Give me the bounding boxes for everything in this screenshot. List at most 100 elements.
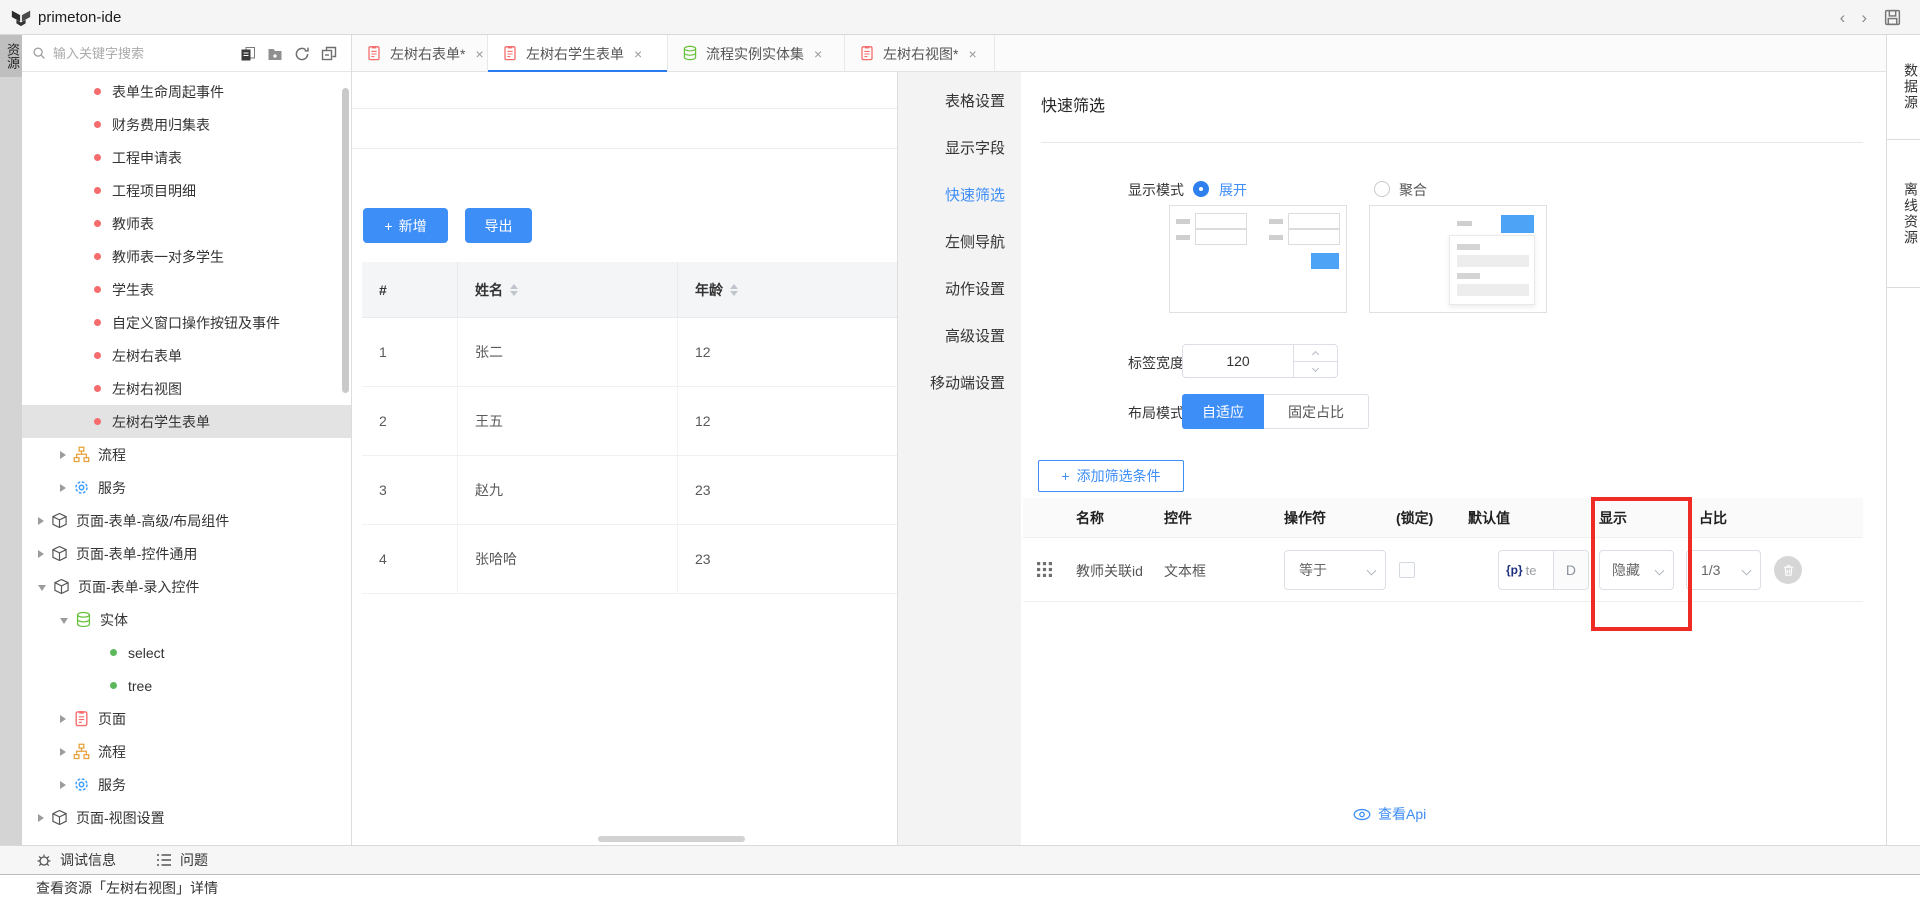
canvas-horizontal-scrollbar[interactable] [598, 836, 745, 842]
default-type-button[interactable]: D [1553, 551, 1588, 589]
tree-item[interactable]: 学生表 [22, 273, 352, 306]
aggregate-mode-preview[interactable] [1369, 205, 1547, 313]
label-width-label: 标签宽度 [1021, 353, 1184, 373]
tree-item[interactable]: 流程 [22, 438, 352, 471]
caret-down-icon[interactable] [38, 585, 46, 591]
tree-item[interactable]: 财务费用归集表 [22, 108, 352, 141]
caret-right-icon[interactable] [38, 550, 44, 558]
caret-right-icon[interactable] [60, 484, 66, 492]
caret-right-icon[interactable] [60, 781, 66, 789]
table-header-row: # 姓名 年龄 [362, 262, 897, 318]
ratio-select[interactable]: 1/3 [1686, 550, 1761, 590]
tree-item[interactable]: 页面-表单-控件通用 [22, 537, 352, 570]
spinner-up-icon[interactable] [1294, 345, 1337, 361]
nav-mobile-settings[interactable]: 移动端设置 [898, 366, 1021, 402]
tree-item[interactable]: 服务 [22, 768, 352, 801]
label-width-value[interactable] [1183, 345, 1293, 377]
nav-table-settings[interactable]: 表格设置 [898, 84, 1021, 120]
sort-icon[interactable] [510, 284, 518, 296]
segment-adaptive[interactable]: 自适应 [1182, 394, 1264, 429]
export-button[interactable]: 导出 [465, 208, 532, 243]
nav-display-fields[interactable]: 显示字段 [898, 131, 1021, 167]
tree-item[interactable]: 服务 [22, 471, 352, 504]
locked-checkbox[interactable] [1399, 562, 1415, 578]
close-icon[interactable]: × [968, 46, 976, 62]
tree-item[interactable]: 教师表 [22, 207, 352, 240]
caret-right-icon[interactable] [38, 517, 44, 525]
tree-item[interactable]: 页面-表单-录入控件 [22, 570, 352, 603]
tree-item[interactable]: 页面-视图设置 [22, 801, 352, 834]
add-filter-button[interactable]: + 添加筛选条件 [1038, 460, 1184, 492]
segment-fixed-ratio[interactable]: 固定占比 [1264, 394, 1369, 429]
close-icon[interactable]: × [814, 46, 822, 62]
chevron-down-icon [1367, 565, 1377, 575]
column-header-name[interactable]: 姓名 [458, 262, 678, 317]
locate-file-icon[interactable] [240, 46, 256, 62]
caret-right-icon[interactable] [60, 451, 66, 459]
close-icon[interactable]: × [475, 46, 483, 62]
refresh-icon[interactable] [294, 46, 310, 62]
radio-expand[interactable] [1193, 181, 1209, 197]
tree-item[interactable]: 页面-表单-高级/布局组件 [22, 504, 352, 537]
tab-left-tree-form[interactable]: 左树右表单* × [352, 35, 488, 72]
drag-handle-icon[interactable] [1037, 562, 1052, 580]
caret-right-icon[interactable] [60, 748, 66, 756]
search-input[interactable] [53, 46, 203, 61]
radio-aggregate-label[interactable]: 聚合 [1399, 180, 1427, 200]
tree-item[interactable]: 工程项目明细 [22, 174, 352, 207]
radio-expand-label[interactable]: 展开 [1219, 180, 1247, 200]
resource-strip-tab[interactable]: 资源 [0, 35, 22, 77]
save-icon[interactable] [1883, 8, 1902, 27]
tree-item[interactable]: 教师表一对多学生 [22, 240, 352, 273]
tab-left-tree-view[interactable]: 左树右视图* × [845, 35, 995, 72]
tree-item[interactable]: 左树右视图 [22, 372, 352, 405]
table-row[interactable]: 3 赵九 23 [362, 456, 897, 525]
operator-select[interactable]: 等于 [1284, 550, 1386, 590]
datasource-strip-tab[interactable]: 数据源 [1887, 35, 1920, 140]
tree-item[interactable]: 自定义窗口操作按钮及事件 [22, 306, 352, 339]
tree-item[interactable]: tree [22, 669, 352, 702]
debug-info-item[interactable]: 调试信息 [36, 850, 116, 870]
nav-quick-filter[interactable]: 快速筛选 [898, 178, 1021, 214]
tree-item[interactable]: 流程 [22, 735, 352, 768]
sidebar-scrollbar[interactable] [342, 88, 349, 393]
tab-process-entity-set[interactable]: 流程实例实体集 × [668, 35, 845, 72]
default-value-input[interactable]: {p} te D [1498, 550, 1589, 590]
caret-right-icon[interactable] [38, 814, 44, 822]
table-row[interactable]: 4 张哈哈 23 [362, 525, 897, 594]
nav-action-settings[interactable]: 动作设置 [898, 272, 1021, 308]
offline-resource-strip-tab[interactable]: 离线资源 [1887, 140, 1920, 288]
sort-icon[interactable] [730, 284, 738, 296]
new-folder-icon[interactable] [267, 46, 283, 62]
table-row[interactable]: 2 王五 12 [362, 387, 897, 456]
nav-advanced-settings[interactable]: 高级设置 [898, 319, 1021, 355]
chevron-down-icon [1742, 565, 1752, 575]
tree-item[interactable]: 左树右表单 [22, 339, 352, 372]
expand-mode-preview[interactable] [1169, 205, 1347, 313]
caret-right-icon[interactable] [60, 715, 66, 723]
spinner-down-icon[interactable] [1294, 361, 1337, 377]
collapse-all-icon[interactable] [321, 46, 337, 62]
database-icon [682, 45, 699, 62]
nav-left-nav[interactable]: 左侧导航 [898, 225, 1021, 261]
delete-filter-button[interactable] [1774, 556, 1802, 584]
column-header-age[interactable]: 年龄 [678, 262, 897, 317]
tree-item[interactable]: 页面 [22, 702, 352, 735]
view-api-link[interactable]: 查看Api [1353, 804, 1426, 824]
back-arrow-icon[interactable]: ‹ [1840, 9, 1846, 26]
tree-item[interactable]: select [22, 636, 352, 669]
editor-tab-bar: 左树右表单* × 左树右学生表单 × 流程实例实体集 × 左树右视图* × [352, 35, 1886, 72]
tree-item[interactable]: 实体 [22, 603, 352, 636]
col-operator: 操作符 [1284, 508, 1326, 528]
close-icon[interactable]: × [634, 46, 642, 62]
caret-down-icon[interactable] [60, 618, 68, 624]
tab-left-tree-student-form[interactable]: 左树右学生表单 × [488, 35, 668, 72]
tree-item-selected[interactable]: 左树右学生表单 [22, 405, 352, 438]
add-button[interactable]: +新增 [363, 208, 448, 243]
tree-item[interactable]: 工程申请表 [22, 141, 352, 174]
radio-aggregate[interactable] [1374, 181, 1390, 197]
problems-item[interactable]: 问题 [156, 850, 208, 870]
tree-item[interactable]: 表单生命周起事件 [22, 75, 352, 108]
forward-arrow-icon[interactable]: › [1861, 9, 1867, 26]
table-row[interactable]: 1 张二 12 [362, 318, 897, 387]
